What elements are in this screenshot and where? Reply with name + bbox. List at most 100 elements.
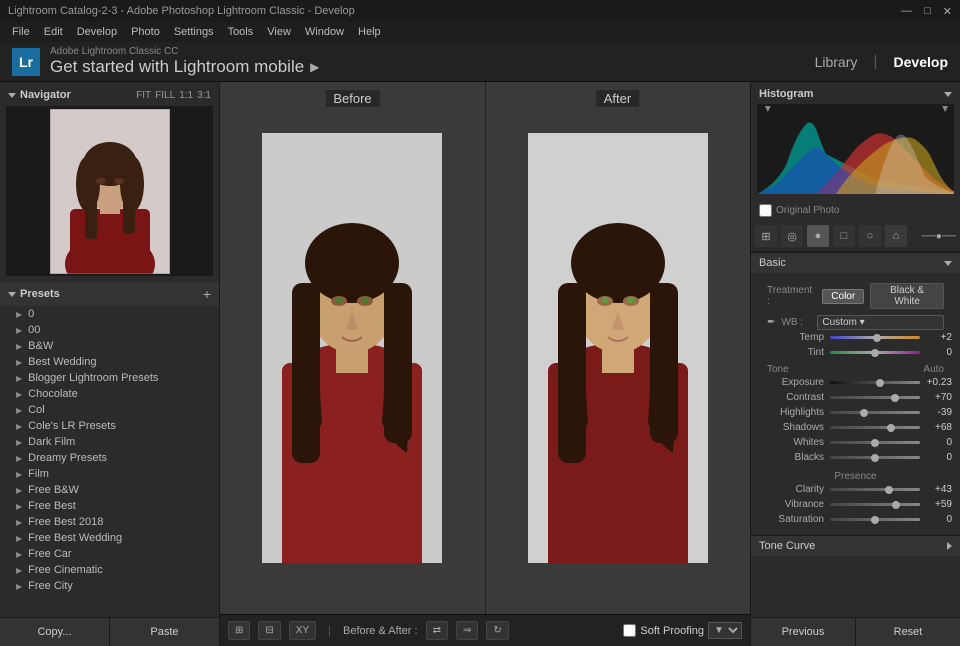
navigator-title: Navigator [8,89,71,101]
presets-add-button[interactable]: + [203,286,211,302]
preset-item[interactable]: Free B&W [0,482,219,498]
color-treatment-button[interactable]: Color [822,289,864,304]
menu-item-edit[interactable]: Edit [38,26,69,38]
develop-nav-button[interactable]: Develop [894,54,948,70]
exposure-slider[interactable] [830,381,920,384]
preset-item[interactable]: Free Best 2018 [0,514,219,530]
zoom-3-1[interactable]: 3:1 [197,90,211,101]
zoom-options[interactable]: FIT FILL 1:1 3:1 [136,90,211,101]
eyedropper-icon[interactable]: ✒ [767,317,775,328]
right-bottom-buttons: Previous Reset [751,617,960,646]
basic-section-header[interactable]: Basic [751,252,960,273]
presets-title: Presets [8,288,60,300]
presets-collapse-icon [8,292,16,297]
preset-item[interactable]: Cole's LR Presets [0,418,219,434]
tint-slider[interactable] [830,351,920,354]
copy-before-to-after-button[interactable]: ⇒ [456,621,478,640]
menu-item-develop[interactable]: Develop [71,26,123,38]
blacks-label: Blacks [759,452,824,463]
adjustment-brush-tool[interactable]: ⌂ [885,225,907,247]
before-photo [262,133,442,563]
window-controls[interactable]: — □ ✕ [901,5,952,18]
library-nav-button[interactable]: Library [815,54,858,70]
radial-filter-tool[interactable]: ○ [859,225,881,247]
vibrance-slider[interactable] [830,503,920,506]
tint-label: Tint [759,347,824,358]
paste-button[interactable]: Paste [110,618,219,646]
preset-item[interactable]: Blogger Lightroom Presets [0,370,219,386]
rotate-view-button[interactable]: ↻ [486,621,508,640]
preset-item[interactable]: Best Wedding [0,354,219,370]
preset-item[interactable]: Chocolate [0,386,219,402]
menu-item-tools[interactable]: Tools [222,26,260,38]
clarity-value: +43 [924,484,952,495]
saturation-slider-row: Saturation 0 [759,514,952,525]
navigator-header[interactable]: Navigator FIT FILL 1:1 3:1 [4,86,215,104]
blacks-slider[interactable] [830,456,920,459]
preset-item[interactable]: Dark Film [0,434,219,450]
preset-item[interactable]: B&W [0,338,219,354]
graduated-filter-tool[interactable]: □ [833,225,855,247]
swap-before-after-button[interactable]: ⇄ [426,621,448,640]
clarity-slider[interactable] [830,488,920,491]
xy-view-button[interactable]: XY [289,621,316,640]
preset-item[interactable]: Free Best [0,498,219,514]
menu-item-file[interactable]: File [6,26,36,38]
blacks-slider-row: Blacks 0 [759,452,952,463]
spot-removal-tool[interactable]: ◎ [781,225,803,247]
preset-item[interactable]: 00 [0,322,219,338]
compare-view-button[interactable]: ⊟ [258,621,280,640]
red-eye-tool[interactable]: ● [807,225,829,247]
menu-item-window[interactable]: Window [299,26,350,38]
preset-item[interactable]: Col [0,402,219,418]
tone-curve-header[interactable]: Tone Curve [751,535,960,556]
crop-tool[interactable]: ⊞ [755,225,777,247]
preset-item[interactable]: Free Cinematic [0,562,219,578]
original-photo-checkbox[interactable] [759,204,772,217]
contrast-slider[interactable] [830,396,920,399]
copy-button[interactable]: Copy... [0,618,110,646]
soft-proofing-checkbox[interactable] [623,624,636,637]
preset-item[interactable]: 0 [0,306,219,322]
presets-list: 000B&WBest WeddingBlogger Lightroom Pres… [0,306,219,594]
zoom-fit[interactable]: FIT [136,90,151,101]
shadows-slider-row: Shadows +68 [759,422,952,433]
navigator-collapse-icon [8,93,16,98]
maximize-button[interactable]: □ [924,5,931,18]
zoom-1-1[interactable]: 1:1 [179,90,193,101]
zoom-fill[interactable]: FILL [155,90,175,101]
highlights-slider[interactable] [830,411,920,414]
before-after-label: Before & After : [343,625,418,637]
play-button[interactable]: ▶ [310,60,319,74]
basic-title: Basic [759,257,786,269]
wb-value[interactable]: Custom ▾ [817,315,944,330]
menu-item-settings[interactable]: Settings [168,26,220,38]
grid-view-button[interactable]: ⊞ [228,621,250,640]
minimize-button[interactable]: — [901,5,912,18]
temp-value: +2 [924,332,952,343]
preset-item[interactable]: Free City [0,578,219,594]
presets-header[interactable]: Presets + [0,282,219,306]
previous-button[interactable]: Previous [751,618,856,646]
preset-item[interactable]: Free Best Wedding [0,530,219,546]
preset-item[interactable]: Free Car [0,546,219,562]
preset-item[interactable]: Dreamy Presets [0,450,219,466]
saturation-slider[interactable] [830,518,920,521]
close-button[interactable]: ✕ [943,5,952,18]
whites-slider[interactable] [830,441,920,444]
auto-button[interactable]: Auto [923,364,944,375]
menu-item-help[interactable]: Help [352,26,387,38]
menu-item-photo[interactable]: Photo [125,26,166,38]
temp-slider[interactable] [830,336,920,339]
shadows-slider[interactable] [830,426,920,429]
histogram-header[interactable]: Histogram [755,86,956,102]
basic-section: Basic Treatment : Color Black & White ✒ … [751,252,960,535]
after-label: After [596,90,639,107]
soft-proofing-select[interactable]: ▼ [708,622,742,639]
menu-item-view[interactable]: View [261,26,297,38]
bw-treatment-button[interactable]: Black & White [870,283,944,309]
tools-right: ──●── [922,231,956,242]
reset-button[interactable]: Reset [856,618,960,646]
navigator-preview [6,106,213,276]
preset-item[interactable]: Film [0,466,219,482]
